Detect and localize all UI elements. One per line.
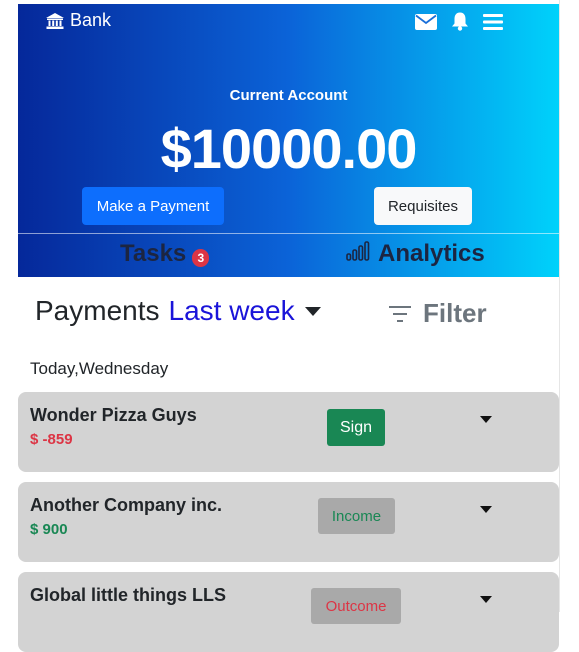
filter-icon [389,298,411,329]
tab-analytics-label: Analytics [378,240,485,267]
filter-button[interactable]: Filter [389,298,487,329]
payment-name: Wonder Pizza Guys [30,405,197,425]
tab-analytics[interactable]: Analytics [346,240,485,268]
envelope-icon[interactable] [415,13,437,30]
viewport-right-margin [559,0,579,612]
caret-down-icon[interactable] [480,506,492,513]
payments-heading: Payments Last week [35,295,321,327]
filter-label: Filter [423,298,487,328]
outcome-button[interactable]: Outcome [311,588,401,624]
caret-down-icon[interactable] [480,596,492,603]
caret-down-icon[interactable] [304,306,321,316]
tab-tasks[interactable]: Tasks 3 [120,240,210,268]
payment-card[interactable]: Another Company inc. $ 900 Income [18,482,559,562]
payment-name: Another Company inc. [30,495,223,515]
income-button[interactable]: Income [318,498,395,534]
account-label: Current Account [229,87,348,104]
bar-chart-icon [346,240,370,268]
payments-title: Payments [35,295,160,326]
top-navbar: Bank [18,4,559,40]
brand-label: Bank [70,10,112,30]
brand-link[interactable]: Bank [46,10,111,31]
day-label: Today,Wednesday [30,359,169,378]
tasks-count-badge: 3 [192,249,210,267]
account-header: Bank Current Account $10000.00 Make a Pa… [18,4,559,277]
requisites-button[interactable]: Requisites [374,187,472,225]
viewport-left-margin [0,0,18,612]
payment-amount: $ 900 [30,521,68,538]
tab-bar: Tasks 3 Analytics [18,233,559,278]
bank-icon [46,12,64,29]
sign-button[interactable]: Sign [327,409,385,446]
make-payment-button[interactable]: Make a Payment [82,187,224,225]
payment-amount: $ -859 [30,431,73,448]
account-balance: $10000.00 [160,117,418,180]
period-dropdown[interactable]: Last week [169,295,295,327]
payment-name: Global little things LLS [30,585,226,605]
caret-down-icon[interactable] [480,416,492,423]
menu-icon[interactable] [483,13,503,30]
payment-card[interactable]: Wonder Pizza Guys $ -859 Sign [18,392,559,472]
top-icons [415,12,503,31]
bell-icon[interactable] [451,12,469,31]
tab-tasks-label: Tasks [120,240,187,267]
payment-card[interactable]: Global little things LLS Outcome [18,572,559,652]
